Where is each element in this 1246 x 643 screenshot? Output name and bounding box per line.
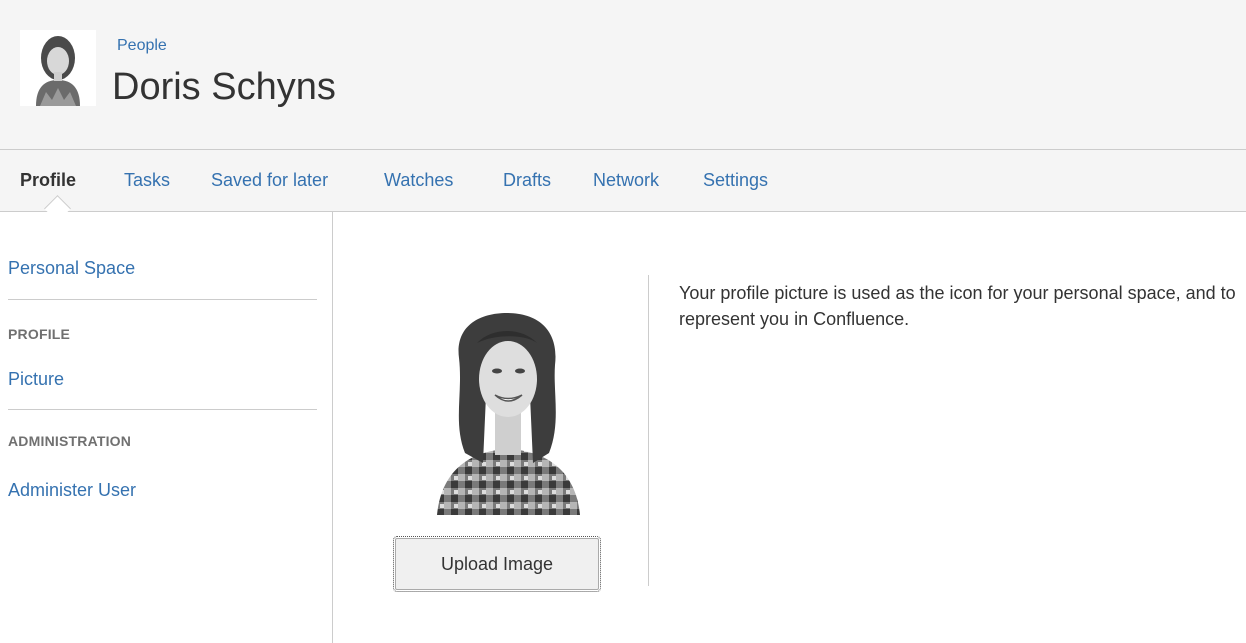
upload-image-button[interactable]: Upload Image — [393, 536, 601, 592]
sidebar-divider — [8, 409, 317, 410]
tab-saved-for-later[interactable]: Saved for later — [211, 170, 328, 191]
breadcrumb-people[interactable]: People — [117, 37, 167, 55]
sidebar-heading-profile: PROFILE — [8, 326, 71, 342]
user-avatar[interactable] — [20, 30, 96, 106]
tab-profile[interactable]: Profile — [20, 170, 76, 191]
page-title: Doris Schyns — [112, 66, 336, 108]
sidebar-divider — [8, 299, 317, 300]
sidebar-heading-administration: ADMINISTRATION — [8, 433, 132, 449]
tab-settings[interactable]: Settings — [703, 170, 768, 191]
sidebar: Personal Space PROFILE Picture ADMINISTR… — [0, 212, 333, 643]
tab-network[interactable]: Network — [593, 170, 659, 191]
sidebar-item-administer-user[interactable]: Administer User — [8, 480, 136, 501]
profile-tabs: Profile Tasks Saved for later Watches Dr… — [0, 150, 1246, 212]
profile-picture — [437, 313, 580, 515]
tab-tasks[interactable]: Tasks — [124, 170, 170, 191]
content-divider — [648, 275, 649, 586]
sidebar-item-personal-space[interactable]: Personal Space — [8, 258, 135, 279]
sidebar-item-picture[interactable]: Picture — [8, 369, 64, 390]
profile-photo-icon — [437, 313, 580, 515]
tab-drafts[interactable]: Drafts — [503, 170, 551, 191]
tab-watches[interactable]: Watches — [384, 170, 453, 191]
avatar-photo-icon — [20, 30, 96, 106]
page-header: People Doris Schyns — [0, 0, 1246, 150]
picture-description: Your profile picture is used as the icon… — [679, 283, 1236, 329]
